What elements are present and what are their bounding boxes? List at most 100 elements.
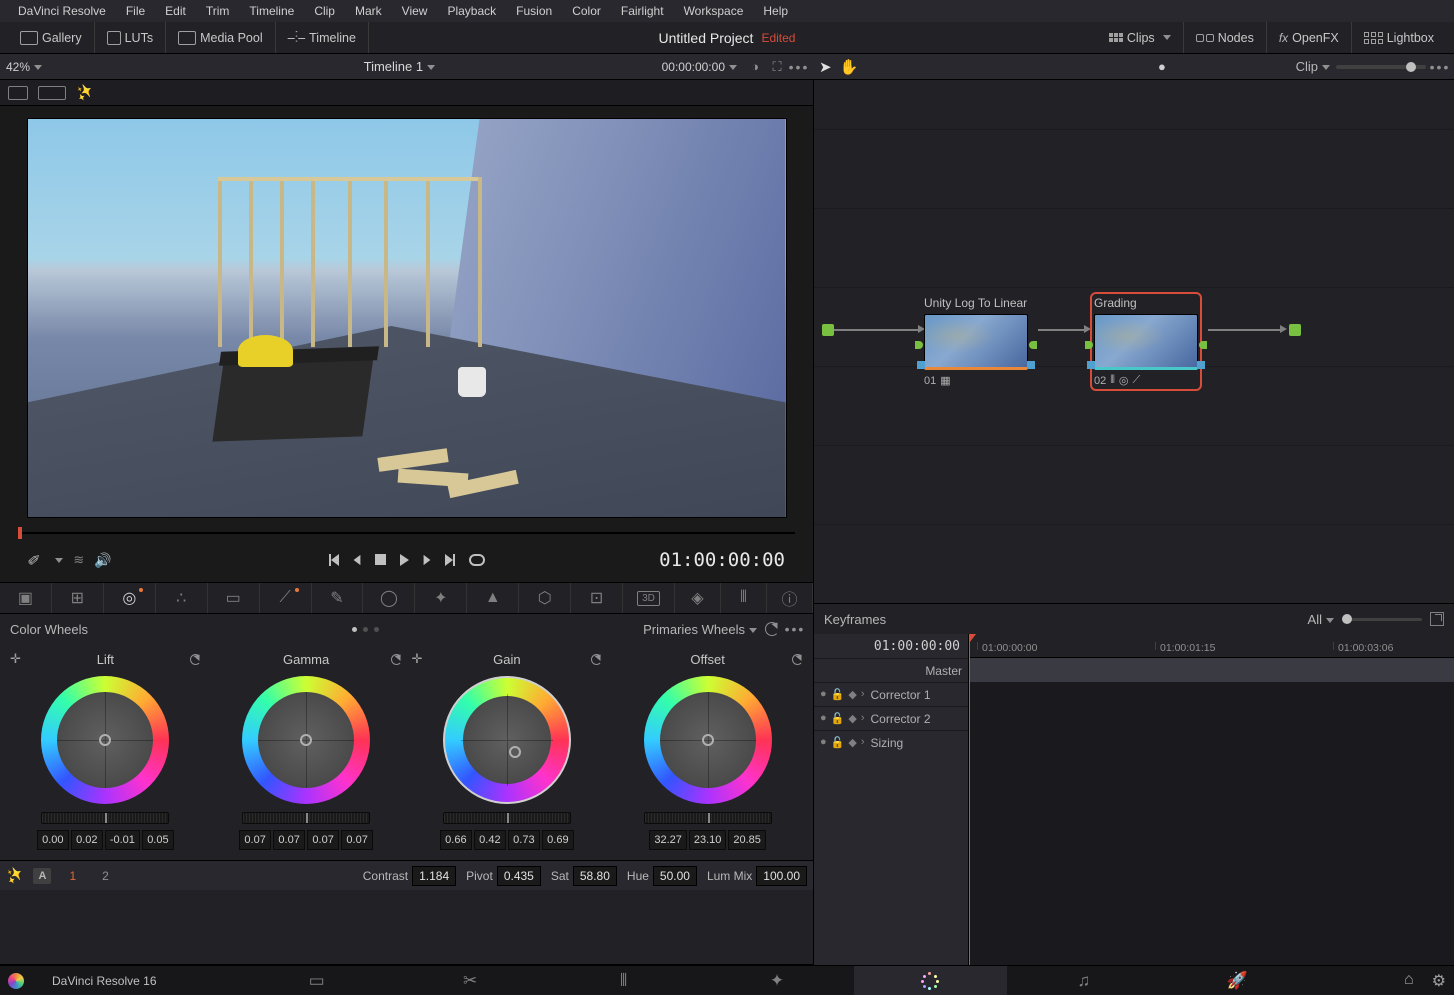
viewer-dual-icon[interactable] — [38, 86, 66, 100]
viewer[interactable]: ✏ ≋ 🔊 01:00:00:00 — [0, 106, 813, 582]
page-edit[interactable]: ⫴ — [547, 966, 700, 995]
viewer-single-icon[interactable] — [8, 86, 28, 100]
pointer-tool-icon[interactable]: ➤ — [819, 58, 832, 76]
scrub-bar[interactable] — [18, 524, 795, 540]
lift-wheel[interactable] — [41, 676, 169, 804]
page-cut[interactable]: ✂ — [393, 966, 546, 995]
palette-motion[interactable]: ▭ — [208, 583, 260, 613]
menu-davinci[interactable]: DaVinci Resolve — [8, 4, 116, 18]
palette-3d[interactable]: 3D — [623, 583, 675, 613]
palette-qualifier[interactable]: ✎ — [312, 583, 364, 613]
palette-rgb-mixer[interactable]: ∴ — [156, 583, 208, 613]
step-back-button[interactable] — [353, 555, 360, 565]
kf-lock-icon[interactable]: 🔓 — [831, 736, 845, 749]
playhead-icon[interactable] — [18, 527, 22, 539]
offset-val-g[interactable]: 23.10 — [689, 830, 727, 850]
mute-icon[interactable]: 🔊 — [94, 552, 111, 569]
gain-jog[interactable] — [443, 812, 571, 824]
kf-visible-icon[interactable]: ● — [820, 688, 827, 701]
palette-info-icon[interactable]: ⓘ — [767, 583, 813, 613]
menu-playback[interactable]: Playback — [437, 4, 506, 18]
auto-badge[interactable]: A — [33, 868, 51, 884]
menu-fairlight[interactable]: Fairlight — [611, 4, 674, 18]
page-media[interactable]: ▭ — [240, 966, 393, 995]
fullscreen-icon[interactable]: ⛶ — [769, 59, 785, 75]
reset-all-icon[interactable] — [765, 622, 779, 636]
offset-val-r[interactable]: 32.27 — [649, 830, 687, 850]
play-button[interactable] — [400, 554, 409, 566]
node-output-port[interactable] — [1289, 324, 1301, 336]
viewer-options-menu[interactable]: ••• — [791, 59, 807, 75]
palette-color-match[interactable]: ⊞ — [52, 583, 104, 613]
stop-button[interactable] — [375, 554, 386, 565]
panel-options-menu[interactable]: ••• — [787, 621, 803, 637]
menu-workspace[interactable]: Workspace — [674, 4, 754, 18]
palette-window[interactable]: ◯ — [363, 583, 415, 613]
image-wipe-icon[interactable]: ◑ — [747, 59, 763, 75]
expand-icon[interactable] — [1430, 612, 1444, 626]
lift-reset-icon[interactable] — [190, 654, 201, 665]
lift-val-g[interactable]: -0.01 — [105, 830, 140, 850]
kf-expand-arrow-icon[interactable]: › — [861, 736, 865, 749]
page-color[interactable] — [854, 966, 1007, 995]
loop-icon[interactable] — [469, 554, 485, 566]
keyframes-zoom-slider[interactable] — [1342, 618, 1422, 621]
color-picker-icon[interactable]: ✏ — [23, 548, 46, 572]
palette-key[interactable]: ⬡ — [519, 583, 571, 613]
palette-tracker[interactable]: ✦ — [415, 583, 467, 613]
node-options-menu[interactable]: ••• — [1432, 59, 1448, 75]
menu-edit[interactable]: Edit — [155, 4, 196, 18]
openfx-button[interactable]: fxOpenFX — [1267, 22, 1352, 53]
lift-val-r[interactable]: 0.02 — [71, 830, 103, 850]
palette-scopes-icon[interactable]: ◈ — [675, 583, 721, 613]
offset-val-b[interactable]: 20.85 — [728, 830, 766, 850]
param-page-2[interactable]: 2 — [94, 867, 117, 885]
kf-expand-arrow-icon[interactable]: › — [861, 712, 865, 725]
pivot-value[interactable]: 0.435 — [497, 866, 541, 886]
kf-track-corrector1[interactable]: ●🔓◆›Corrector 1 — [814, 682, 968, 706]
palette-blur[interactable]: ▲ — [467, 583, 519, 613]
offset-reset-icon[interactable] — [792, 654, 803, 665]
zoom-dropdown[interactable]: 42% — [6, 60, 42, 74]
kf-expand-arrow-icon[interactable]: › — [861, 688, 865, 701]
menu-view[interactable]: View — [392, 4, 438, 18]
source-timecode[interactable]: 00:00:00:00 — [662, 60, 737, 74]
palette-waveform-icon[interactable]: ⫴ — [721, 583, 767, 613]
nodes-button[interactable]: Nodes — [1184, 22, 1267, 53]
luts-button[interactable]: LUTs — [95, 22, 166, 53]
mediapool-button[interactable]: Media Pool — [166, 22, 276, 53]
menu-mark[interactable]: Mark — [345, 4, 392, 18]
highlight-wand-icon[interactable]: ✨ — [73, 81, 97, 104]
gain-picker-icon[interactable]: ✛ — [412, 651, 423, 667]
palette-camera-raw[interactable]: ▣ — [0, 583, 52, 613]
kf-track-sizing[interactable]: ●🔓◆›Sizing — [814, 730, 968, 754]
kf-diamond-icon[interactable]: ◆ — [848, 712, 856, 725]
menu-file[interactable]: File — [116, 4, 155, 18]
kf-lock-icon[interactable]: 🔓 — [831, 712, 845, 725]
stack-icon[interactable]: ≋ — [73, 552, 84, 568]
page-deliver[interactable]: 🚀 — [1161, 966, 1314, 995]
auto-balance-icon[interactable]: ✨ — [3, 864, 27, 887]
gain-val-g[interactable]: 0.73 — [508, 830, 540, 850]
hue-value[interactable]: 50.00 — [653, 866, 697, 886]
menu-timeline[interactable]: Timeline — [239, 4, 304, 18]
page-fusion[interactable]: ✦ — [700, 966, 853, 995]
palette-sizing[interactable]: ⊡ — [571, 583, 623, 613]
node-editor[interactable]: Unity Log To Linear 01▦ Grading 02⫴◎⟋ — [814, 80, 1454, 603]
gain-wheel[interactable] — [443, 676, 571, 804]
gain-val-r[interactable]: 0.42 — [474, 830, 506, 850]
step-fwd-button[interactable] — [423, 555, 430, 565]
gamma-val-b[interactable]: 0.07 — [341, 830, 373, 850]
kf-diamond-icon[interactable]: ◆ — [848, 736, 856, 749]
gamma-wheel[interactable] — [242, 676, 370, 804]
menu-clip[interactable]: Clip — [304, 4, 345, 18]
menu-help[interactable]: Help — [753, 4, 798, 18]
prev-clip-button[interactable] — [329, 554, 339, 566]
clips-button[interactable]: Clips — [1097, 22, 1184, 53]
gain-reset-icon[interactable] — [591, 654, 602, 665]
keyframes-filter-dropdown[interactable]: All — [1308, 612, 1334, 627]
offset-jog[interactable] — [644, 812, 772, 824]
node-unity-log[interactable]: Unity Log To Linear 01▦ — [924, 296, 1028, 387]
sat-value[interactable]: 58.80 — [573, 866, 617, 886]
lift-picker-icon[interactable]: ✛ — [10, 651, 21, 667]
